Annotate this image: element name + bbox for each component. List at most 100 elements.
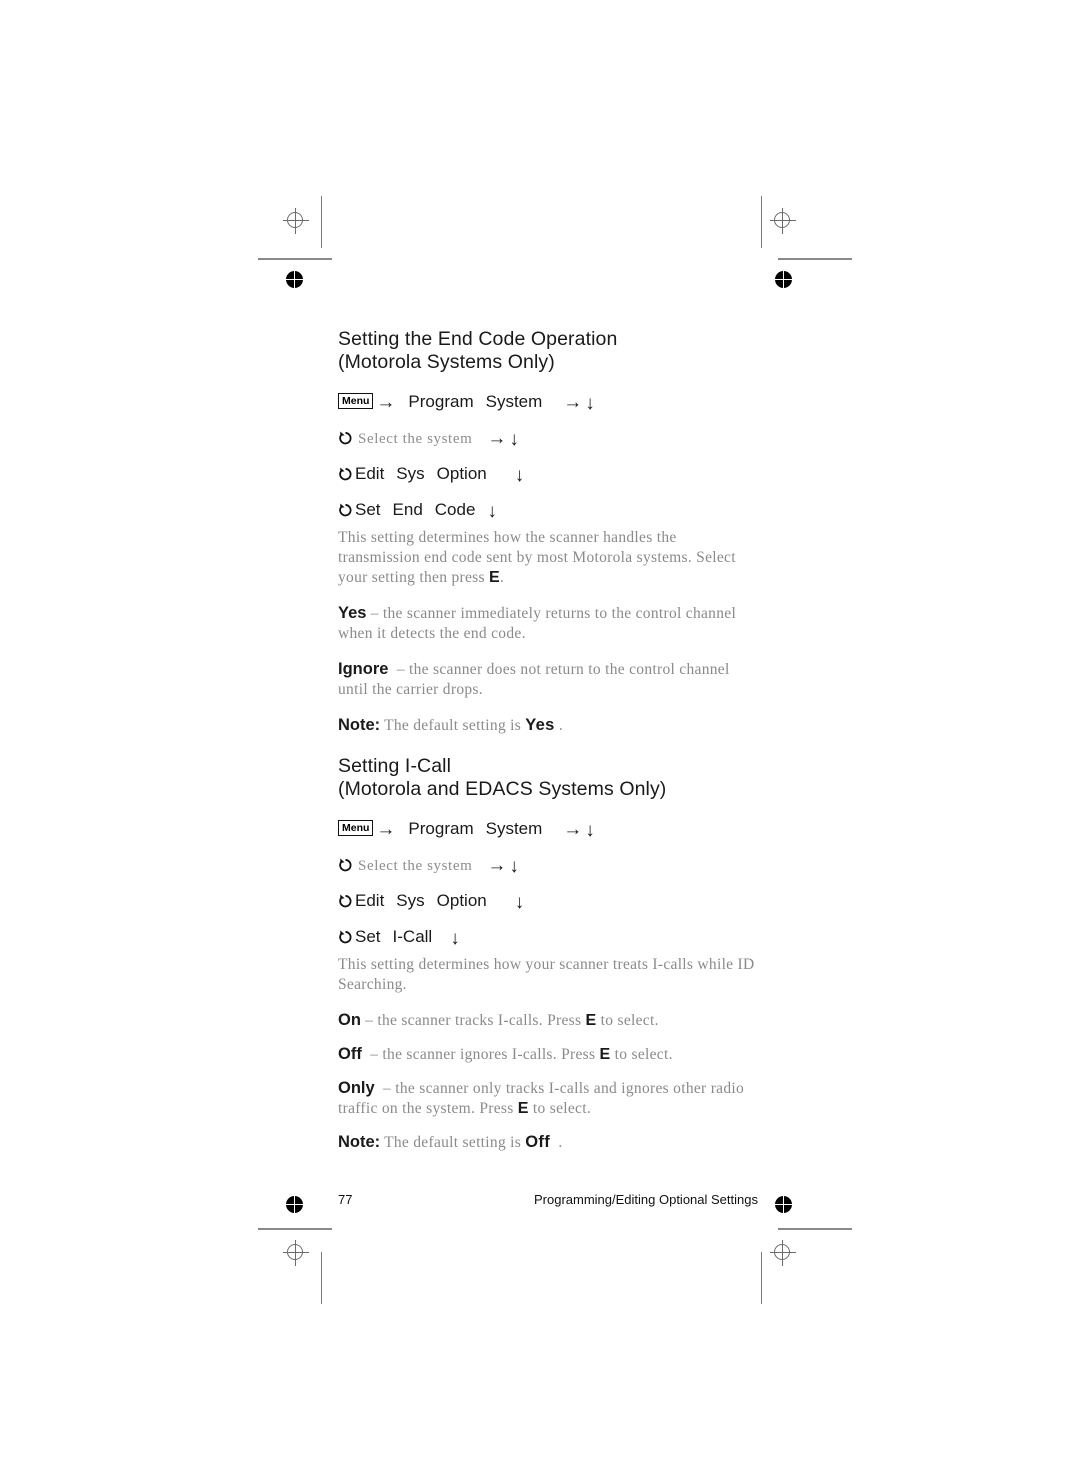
intro-paragraph: This setting determines how the scanner … [338,528,758,588]
intro-text-tail: . [499,569,505,586]
arrow-down-icon: ↓ [514,465,525,486]
nav-step-set-i-call: Set I-Call ↓ [338,919,758,955]
section-end-code-operation: Setting the End Code Operation (Motorola… [338,328,758,736]
registration-dot-top-right [775,271,792,288]
keycap-e: E [488,569,500,586]
arrow-down-icon: ↓ [450,928,460,949]
option-off: Off – the scanner ignores I-calls. Press… [338,1044,758,1065]
note-i-call: Note: The default setting is Off . [338,1132,758,1153]
registration-crosshair-top-left [283,208,309,234]
arrow-right-icon: → [563,819,583,840]
arrow-down-icon: ↓ [585,820,595,841]
nav-label-sys: Sys [396,464,425,483]
nav-label-option: Option [436,891,487,910]
arrow-down-icon: ↓ [487,501,497,522]
registration-crosshair-bottom-left [283,1240,309,1266]
nav-label-end: End [392,500,423,519]
nav-label-select-the-system: Select the system [358,431,473,447]
nav-label-set: Set [355,927,381,946]
note-label: Note: [338,1133,381,1151]
page-title: Setting the End Code Operation (Motorola… [338,328,758,374]
note-text-tail: . [558,1134,563,1151]
rotate-dial-icon [338,459,353,481]
nav-step-edit-sys-option: Edit Sys Option ↓ [338,883,758,919]
note-end-code: Note: The default setting is Yes . [338,715,758,736]
rotate-dial-icon [338,850,353,872]
trim-line-top-right-vertical [761,196,762,248]
trim-line-bottom-left-vertical [321,1252,322,1304]
note-text: The default setting is [384,1134,526,1151]
nav-label-system: System [485,392,543,411]
option-label-only: Only [338,1079,375,1097]
keycap-e: E [517,1100,529,1117]
option-label-ignore: Ignore [338,660,389,678]
registration-dot-bottom-left [286,1196,303,1213]
registration-crosshair-bottom-right [770,1240,796,1266]
nav-label-set: Set [355,500,381,519]
keycap-e: E [585,1012,597,1029]
note-label: Note: [338,716,381,734]
nav-step-menu-program-system: Menu → Program System → ↓ [338,811,758,847]
nav-step-select-the-system: Select the system → ↓ [338,420,758,456]
note-text: The default setting is [384,717,526,734]
option-ignore: Ignore – the scanner does not return to … [338,659,758,700]
nav-step-edit-sys-option: Edit Sys Option ↓ [338,456,758,492]
nav-label-edit: Edit [355,891,385,910]
trim-line-top-right-horizontal [778,258,852,260]
option-on: On – the scanner tracks I-calls. Press E… [338,1010,758,1031]
option-desc-yes: – the scanner immediately returns to the… [338,605,737,642]
option-label-off: Off [338,1045,362,1063]
arrow-right-icon: → [563,392,583,413]
option-only: Only – the scanner only tracks I-calls a… [338,1078,758,1119]
arrow-down-icon: ↓ [509,856,519,877]
arrow-right-icon: → [376,819,396,840]
heading-line-2: (Motorola Systems Only) [338,351,555,373]
nav-step-set-end-code: Set End Code ↓ [338,492,758,528]
menu-key-button[interactable]: Menu [338,820,374,836]
heading-line-1: Setting the End Code Operation [338,328,618,350]
arrow-down-icon: ↓ [514,892,525,913]
option-desc-off: – the scanner ignores I-calls. Press [370,1046,600,1063]
trim-line-top-left-horizontal [258,258,332,260]
page-content: Setting the End Code Operation (Motorola… [338,328,758,1168]
option-label-yes: Yes [338,604,367,622]
rotate-dial-icon [338,495,353,517]
trim-line-bottom-left-horizontal [258,1228,332,1230]
trim-line-top-left-vertical [321,196,322,248]
note-default-value: Yes [525,716,555,734]
note-default-value: Off [525,1133,551,1151]
intro-text: This setting determines how the scanner … [338,529,736,586]
trim-line-bottom-right-horizontal [778,1228,852,1230]
nav-label-select-the-system: Select the system [358,858,473,874]
nav-label-system: System [485,819,543,838]
page-number: 77 [338,1192,353,1207]
arrow-down-icon: ↓ [509,429,519,450]
registration-dot-top-left [286,271,303,288]
keycap-e: E [599,1046,611,1063]
option-desc-off-tail: to select. [610,1046,673,1063]
nav-label-program: Program [408,819,474,838]
option-desc-ignore: – the scanner does not return to the con… [338,661,730,698]
page-title-2: Setting I-Call (Motorola and EDACS Syste… [338,755,758,801]
registration-crosshair-top-right [770,208,796,234]
nav-label-edit: Edit [355,464,385,483]
menu-key-button[interactable]: Menu [338,393,374,409]
intro-text-2: This setting determines how your scanner… [338,956,755,993]
registration-dot-bottom-right [775,1196,792,1213]
nav-label-option: Option [436,464,487,483]
page-footer: 77 Programming/Editing Optional Settings [338,1192,758,1212]
option-desc-only-tail: to select. [528,1100,591,1117]
heading-line-2: (Motorola and EDACS Systems Only) [338,778,667,800]
option-desc-on-tail: to select. [596,1012,659,1029]
nav-label-i-call: I-Call [392,927,433,946]
rotate-dial-icon [338,922,353,944]
heading-line-1: Setting I-Call [338,755,452,777]
note-text-tail: . [558,717,564,734]
option-yes: Yes – the scanner immediately returns to… [338,603,758,644]
nav-step-menu-program-system: Menu → Program System → ↓ [338,384,758,420]
arrow-down-icon: ↓ [585,393,595,414]
intro-paragraph-2: This setting determines how your scanner… [338,955,758,995]
nav-step-select-the-system: Select the system → ↓ [338,847,758,883]
nav-label-code: Code [434,500,476,519]
rotate-dial-icon [338,886,353,908]
